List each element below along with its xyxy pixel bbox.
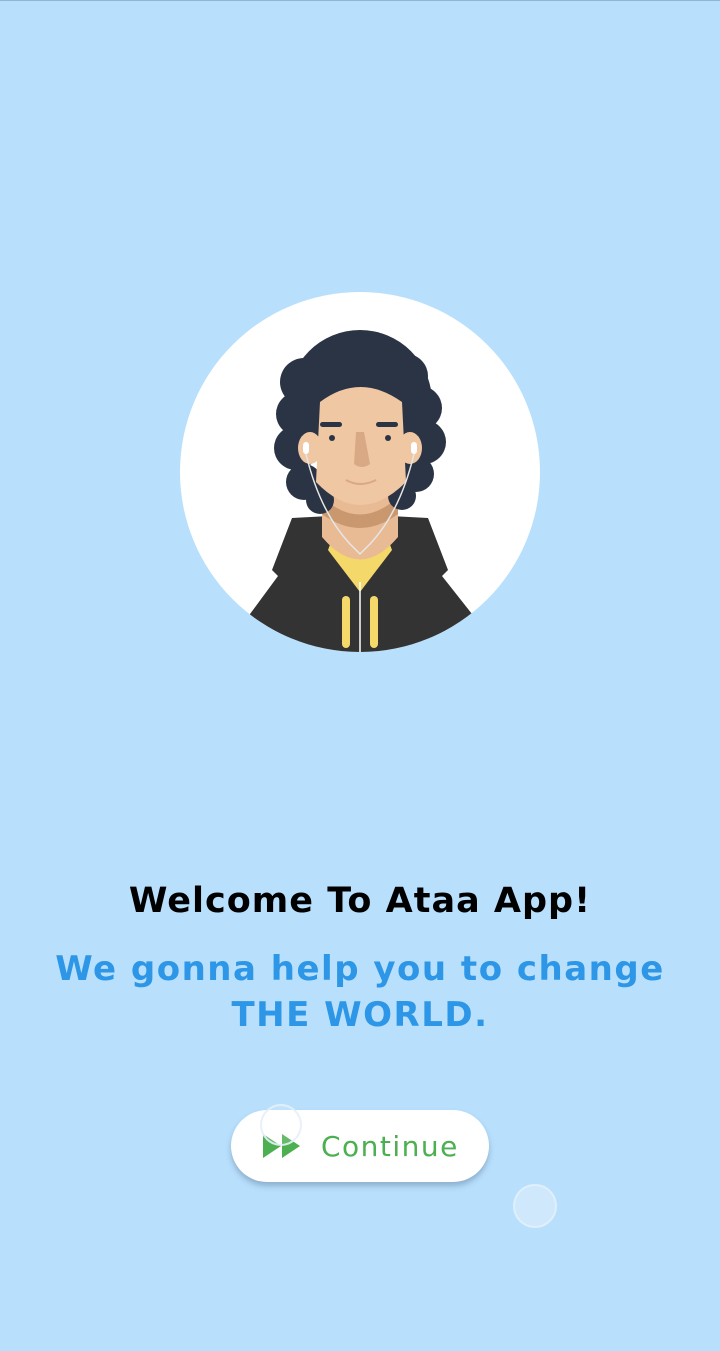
continue-label: Continue [321,1129,459,1163]
touch-indicator-dot [513,1184,557,1228]
touch-indicator-ring [260,1104,302,1146]
avatar-illustration [180,292,540,652]
tagline-line-1: We gonna help you to change [55,949,665,989]
welcome-screen: Welcome To Ataa App! We gonna help you t… [0,0,720,1351]
welcome-tagline: We gonna help you to change THE WORLD. [40,946,680,1038]
tagline-line-2: THE WORLD. [231,995,489,1035]
person-avatar-icon [250,330,472,652]
welcome-title: Welcome To Ataa App! [128,881,592,921]
